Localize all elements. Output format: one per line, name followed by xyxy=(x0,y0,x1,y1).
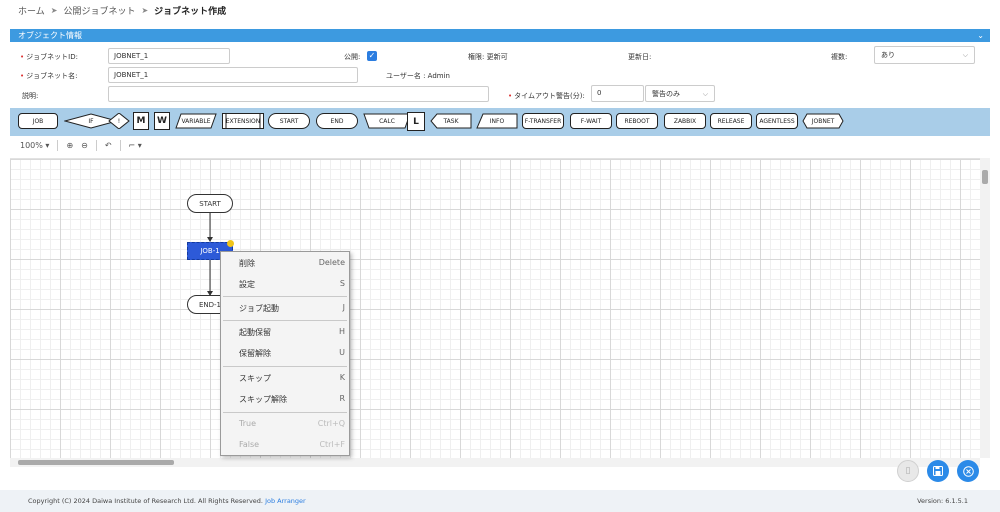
cancel-button[interactable] xyxy=(957,460,979,482)
product-link[interactable]: Job Arranger xyxy=(265,497,306,505)
warning-badge-icon xyxy=(227,240,234,247)
menu-item-job-start[interactable]: ジョブ起動 J xyxy=(221,299,349,317)
version-text: Version: 6.1.5.1 xyxy=(917,497,968,505)
menu-item-hold[interactable]: 起動保留 H xyxy=(221,323,349,341)
menu-divider xyxy=(223,412,347,413)
menu-divider xyxy=(223,320,347,321)
save-icon xyxy=(933,466,943,476)
document-icon: ▯ xyxy=(905,466,911,476)
menu-item-release-skip[interactable]: スキップ解除 R xyxy=(221,390,349,408)
footer: Copyright (C) 2024 Daiwa Institute of Re… xyxy=(0,490,1000,512)
menu-divider xyxy=(223,296,347,297)
close-icon xyxy=(962,465,974,477)
flow-connectors xyxy=(207,213,213,296)
job-node-label: JOB-1 xyxy=(200,247,220,255)
copyright: Copyright (C) 2024 Daiwa Institute of Re… xyxy=(28,497,306,505)
start-node[interactable]: START xyxy=(187,194,233,213)
menu-item-skip[interactable]: スキップ K xyxy=(221,369,349,387)
export-pdf-button[interactable]: ▯ xyxy=(897,460,919,482)
menu-item-release-hold[interactable]: 保留解除 U xyxy=(221,344,349,362)
context-menu: 削除 Delete 設定 S ジョブ起動 J 起動保留 H 保留解除 U スキップ K スキ… xyxy=(220,251,350,456)
menu-item-true: True Ctrl+Q xyxy=(239,419,345,428)
menu-item-false: False Ctrl+F xyxy=(239,440,345,449)
menu-item-settings[interactable]: 設定 S xyxy=(221,275,349,293)
menu-divider xyxy=(223,366,347,367)
menu-item-delete[interactable]: 削除 Delete xyxy=(221,254,349,272)
save-button[interactable] xyxy=(927,460,949,482)
